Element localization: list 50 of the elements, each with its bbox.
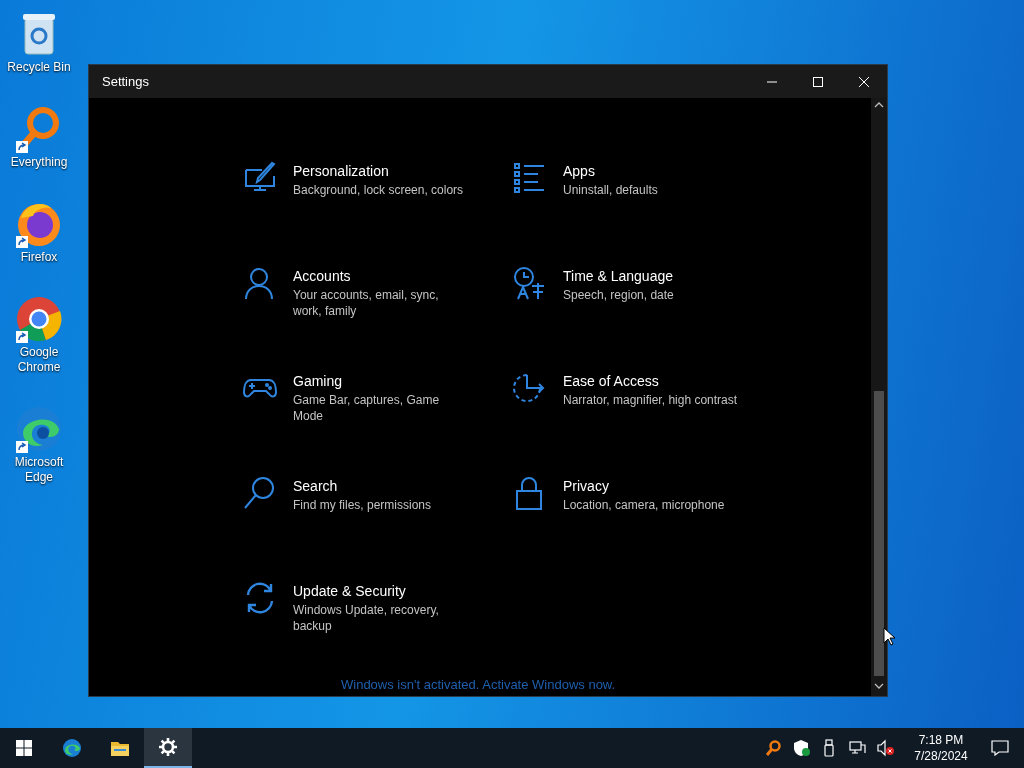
scrollbar[interactable]	[871, 98, 887, 696]
settings-category[interactable]: Personalization Background, lock screen, colors	[243, 161, 513, 251]
icon-label[interactable]: Recycle Bin	[7, 60, 71, 75]
category-description: Find my files, permissions	[293, 497, 432, 513]
category-description: Background, lock screen, colors	[293, 182, 464, 198]
category-description: Narrator, magnifier, high contrast	[563, 392, 738, 408]
settings-category[interactable]: Search Find my files, permissions	[243, 476, 513, 566]
category-description: Your accounts, email, sync, work, family	[293, 287, 440, 319]
maximize-icon	[812, 75, 824, 88]
category-title: Search	[293, 477, 339, 495]
scroll-thumb[interactable]	[874, 391, 884, 676]
windows-logo-icon	[14, 738, 34, 758]
gear-icon	[158, 737, 178, 757]
wave-icon	[62, 738, 82, 758]
category-description: Windows Update, recovery, backup	[293, 602, 440, 634]
magnifier-icon[interactable]	[765, 739, 783, 757]
category-title: Accounts	[293, 267, 352, 285]
icon-label[interactable]: Firefox	[20, 250, 58, 265]
settings-category[interactable]: Time & Language Speech, region, date	[513, 266, 783, 356]
clock-language-icon	[513, 266, 547, 301]
icon-label[interactable]: Microsoft Edge	[0, 455, 78, 485]
settings-category[interactable]: Gaming Game Bar, captures, Game Mode	[243, 371, 513, 461]
category-title: Gaming	[293, 372, 344, 390]
settings-category[interactable]: Ease of Access Narrator, magnifier, high contrast	[513, 371, 783, 461]
clock-time[interactable]: 7:18 PM	[906, 732, 976, 748]
search-icon	[243, 476, 277, 511]
category-title: Apps	[563, 162, 596, 180]
clock-date[interactable]: 7/28/2024	[906, 748, 976, 764]
close-icon	[858, 75, 870, 88]
taskbar-button[interactable]	[144, 728, 192, 768]
category-title: Ease of Access	[563, 372, 660, 390]
category-description: Location, camera, microphone	[563, 497, 725, 513]
settings-category[interactable]: Apps Uninstall, defaults	[513, 161, 783, 251]
settings-category[interactable]: Accounts Your accounts, email, sync, work, family	[243, 266, 513, 356]
category-description: Game Bar, captures, Game Mode	[293, 392, 441, 424]
muted-speaker-icon[interactable]	[877, 739, 895, 757]
category-title: Update & Security	[293, 582, 407, 600]
icon-label[interactable]: Google Chrome	[0, 345, 78, 375]
window-title: Settings	[101, 72, 150, 91]
list-icon	[513, 161, 547, 196]
category-description: Speech, region, date	[563, 287, 674, 303]
category-title: Privacy	[563, 477, 610, 495]
category-description: Uninstall, defaults	[563, 182, 658, 198]
category-title: Personalization	[293, 162, 390, 180]
settings-category[interactable]: Privacy Location, camera, microphone	[513, 476, 783, 566]
icon-label[interactable]: Everything	[10, 155, 68, 170]
network-icon[interactable]	[849, 739, 867, 757]
settings-category[interactable]: Update & Security Windows Update, recovery, backup	[243, 581, 513, 634]
shield-icon[interactable]	[793, 739, 811, 757]
category-title: Time & Language	[563, 267, 674, 285]
